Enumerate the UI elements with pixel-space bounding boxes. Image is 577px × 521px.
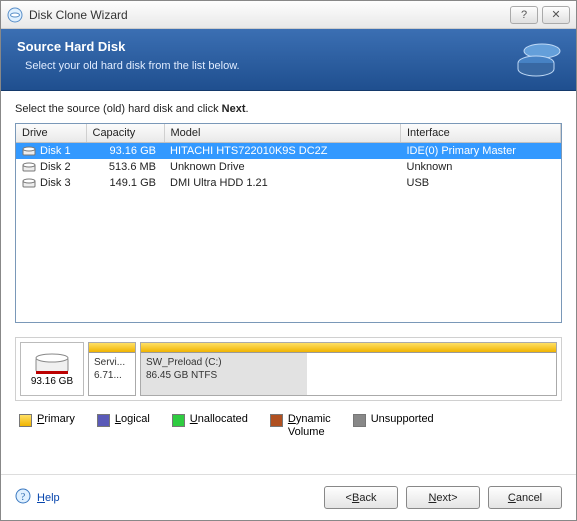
partition-service[interactable]: Servi... 6.71... xyxy=(88,342,136,396)
disk-summary-icon xyxy=(34,352,70,376)
legend-logical-text: ogical xyxy=(121,413,150,425)
legend-logical: Logical xyxy=(97,413,150,439)
disk-summary-size: 93.16 GB xyxy=(31,376,73,387)
legend-unsupported-text: Unsupported xyxy=(371,413,434,426)
legend: Primary Logical Unallocated DynamicVolum… xyxy=(15,411,562,441)
disk-row-icon xyxy=(22,178,36,189)
disk-table: Drive Capacity Model Interface Disk 193.… xyxy=(15,123,562,323)
back-button[interactable]: < Back xyxy=(324,486,398,509)
swatch-unallocated xyxy=(172,414,185,427)
banner: Source Hard Disk Select your old hard di… xyxy=(1,29,576,91)
banner-disk-icon xyxy=(514,37,564,83)
titlebar: Disk Clone Wizard ? ✕ xyxy=(1,1,576,29)
legend-unallocated: Unallocated xyxy=(172,413,248,439)
table-row[interactable]: Disk 2513.6 MBUnknown DriveUnknown xyxy=(16,159,561,175)
app-icon xyxy=(7,7,23,23)
table-row[interactable]: Disk 3149.1 GBDMI Ultra HDD 1.21USB xyxy=(16,175,561,191)
content-area: Select the source (old) hard disk and cl… xyxy=(1,91,576,453)
legend-unsupported: Unsupported xyxy=(353,413,434,439)
banner-subtitle: Select your old hard disk from the list … xyxy=(25,60,560,72)
window-title: Disk Clone Wizard xyxy=(29,8,506,22)
window-buttons: ? ✕ xyxy=(506,6,570,24)
help-label: elp xyxy=(45,492,60,504)
col-drive[interactable]: Drive xyxy=(16,124,86,143)
col-interface[interactable]: Interface xyxy=(401,124,561,143)
table-row[interactable]: Disk 193.16 GBHITACHI HTS722010K9S DC2ZI… xyxy=(16,143,561,160)
instruction-text: Select the source (old) hard disk and cl… xyxy=(15,103,562,115)
swatch-unsupported xyxy=(353,414,366,427)
table-header-row: Drive Capacity Model Interface xyxy=(16,124,561,143)
partition-bar xyxy=(141,343,556,353)
legend-unallocated-text: nallocated xyxy=(198,413,248,425)
banner-title: Source Hard Disk xyxy=(17,39,560,54)
next-button[interactable]: Next > xyxy=(406,486,480,509)
partition-map: 93.16 GB Servi... 6.71... SW_Preload (C:… xyxy=(15,337,562,401)
footer: ? Help < Back Next > Cancel xyxy=(1,474,576,520)
close-window-button[interactable]: ✕ xyxy=(542,6,570,24)
disk-row-icon xyxy=(22,146,36,157)
cancel-button[interactable]: Cancel xyxy=(488,486,562,509)
col-capacity[interactable]: Capacity xyxy=(86,124,164,143)
help-icon: ? xyxy=(15,488,31,507)
legend-primary: Primary xyxy=(19,413,75,439)
swatch-dynamic xyxy=(270,414,283,427)
partition-bar xyxy=(89,343,135,353)
swatch-primary xyxy=(19,414,32,427)
wizard-window: Disk Clone Wizard ? ✕ Source Hard Disk S… xyxy=(0,0,577,521)
legend-dynamic: DynamicVolume xyxy=(270,413,331,439)
legend-dynamic-text: ynamic xyxy=(296,413,331,425)
disk-row-icon xyxy=(22,162,36,173)
help-window-button[interactable]: ? xyxy=(510,6,538,24)
disk-summary: 93.16 GB xyxy=(20,342,84,396)
svg-text:?: ? xyxy=(21,492,26,503)
legend-primary-text: rimary xyxy=(44,413,75,425)
help-link[interactable]: ? Help xyxy=(15,488,60,507)
col-model[interactable]: Model xyxy=(164,124,401,143)
partition-sw-preload[interactable]: SW_Preload (C:) 86.45 GB NTFS xyxy=(140,342,557,396)
swatch-logical xyxy=(97,414,110,427)
